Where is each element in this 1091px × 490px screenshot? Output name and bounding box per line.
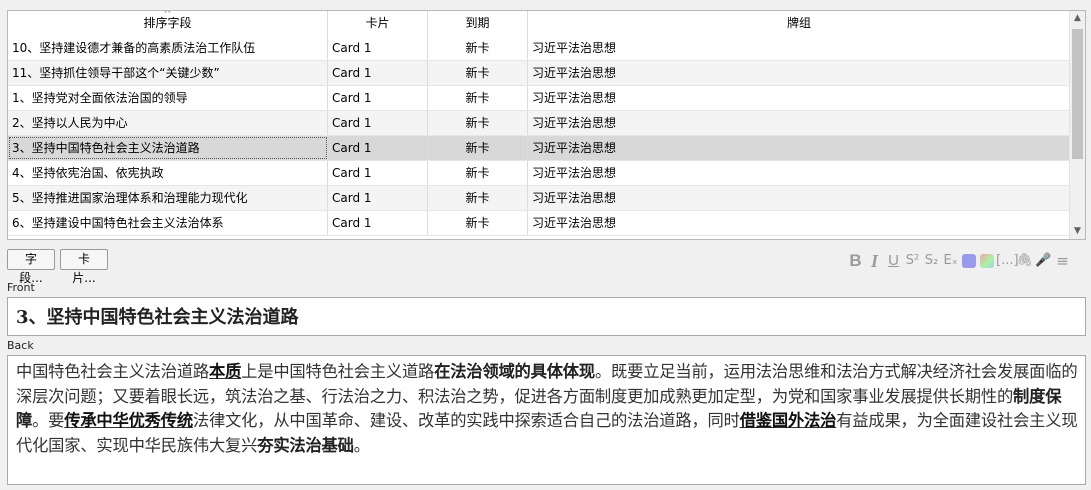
table-row[interactable]: 5、坚持推进国家治理体系和治理能力现代化 Card 1 新卡 习近平法治思想	[8, 186, 1071, 211]
highlight-color-icon[interactable]	[980, 254, 994, 268]
cell-due: 新卡	[428, 161, 528, 185]
cell-due: 新卡	[428, 186, 528, 210]
table-row[interactable]: 2、坚持以人民为中心 Card 1 新卡 习近平法治思想	[8, 111, 1071, 136]
scroll-down-arrow-icon[interactable]: ▼	[1070, 224, 1085, 239]
cell-deck: 习近平法治思想	[528, 111, 1071, 135]
column-header-deck[interactable]: 牌组	[528, 11, 1071, 36]
cell-due: 新卡	[428, 111, 528, 135]
cell-deck: 习近平法治思想	[528, 36, 1071, 60]
cell-sort-field: 5、坚持推进国家治理体系和治理能力现代化	[8, 186, 328, 210]
attach-icon[interactable]: 🖇	[1015, 250, 1034, 272]
back-underlined-bold-segment: 借鉴国外法治	[739, 411, 837, 430]
back-text-segment: 上是中国特色社会主义道路	[241, 362, 435, 381]
cell-due: 新卡	[428, 136, 528, 160]
table-row[interactable]: 4、坚持依宪治国、依宪执政 Card 1 新卡 习近平法治思想	[8, 161, 1071, 186]
column-label: 卡片	[365, 16, 390, 30]
back-text-segment: 法律文化，从中国革命、建设、改革的实践中探索适合自己的法治道路，同时	[192, 411, 740, 430]
cell-deck: 习近平法治思想	[528, 61, 1071, 85]
italic-icon[interactable]: I	[865, 250, 884, 272]
vertical-scrollbar[interactable]: ▲ ▼	[1069, 11, 1085, 239]
clear-format-icon[interactable]: Eₓ	[941, 250, 960, 272]
cell-card: Card 1	[328, 86, 428, 110]
cloze-icon[interactable]: [...]	[996, 250, 1019, 272]
back-bold-segment: 在法治领域的具体体现	[434, 362, 595, 381]
cell-due: 新卡	[428, 86, 528, 110]
back-field[interactable]: 中国特色社会主义法治道路本质上是中国特色社会主义道路在法治领域的具体体现。既要立…	[7, 355, 1086, 485]
cell-deck: 习近平法治思想	[528, 161, 1071, 185]
table-row[interactable]: 11、坚持抓住领导干部这个“关键少数” Card 1 新卡 习近平法治思想	[8, 61, 1071, 86]
superscript-icon[interactable]: S²	[903, 250, 922, 272]
cell-card: Card 1	[328, 136, 428, 160]
column-label: 到期	[465, 16, 490, 30]
cell-deck: 习近平法治思想	[528, 86, 1071, 110]
cell-sort-field: 11、坚持抓住领导干部这个“关键少数”	[8, 61, 328, 85]
cell-sort-field: 4、坚持依宪治国、依宪执政	[8, 161, 328, 185]
cell-due: 新卡	[428, 61, 528, 85]
formatting-toolbar: B I U S² S₂ Eₓ [...] 🖇 🎤 ≡	[846, 250, 1072, 272]
cell-card: Card 1	[328, 211, 428, 235]
bold-icon[interactable]: B	[846, 250, 865, 272]
cell-card: Card 1	[328, 36, 428, 60]
cell-sort-field: 2、坚持以人民为中心	[8, 111, 328, 135]
cell-deck: 习近平法治思想	[528, 186, 1071, 210]
cell-card: Card 1	[328, 161, 428, 185]
scrollbar-thumb[interactable]	[1072, 29, 1083, 159]
card-browser-table[interactable]: ^ 排序字段 卡片 到期 牌组 10、坚持建设德才兼备的高素质法治工作队伍 Ca…	[7, 10, 1086, 240]
cell-sort-field: 3、坚持中国特色社会主义法治道路	[8, 136, 328, 160]
cell-due: 新卡	[428, 211, 528, 235]
front-field[interactable]: 3、坚持中国特色社会主义法治道路	[7, 297, 1086, 336]
underline-icon[interactable]: U	[884, 250, 903, 272]
back-field-text: 中国特色社会主义法治道路本质上是中国特色社会主义道路在法治领域的具体体现。既要立…	[16, 360, 1079, 458]
back-bold-segment: 夯实法治基础	[257, 435, 354, 455]
column-header-card[interactable]: 卡片	[328, 11, 428, 36]
more-options-icon[interactable]: ≡	[1053, 250, 1072, 272]
cell-card: Card 1	[328, 111, 428, 135]
back-underlined-bold-segment: 本质	[208, 362, 242, 381]
subscript-icon[interactable]: S₂	[922, 250, 941, 272]
cell-deck: 习近平法治思想	[528, 211, 1071, 235]
cell-sort-field: 10、坚持建设德才兼备的高素质法治工作队伍	[8, 36, 328, 60]
column-header-sort-field[interactable]: ^ 排序字段	[8, 11, 328, 36]
back-text-segment: 中国特色社会主义法治道路	[16, 362, 209, 381]
column-header-due[interactable]: 到期	[428, 11, 528, 36]
back-text-segment: 。要	[32, 411, 65, 430]
table-row[interactable]: 10、坚持建设德才兼备的高素质法治工作队伍 Card 1 新卡 习近平法治思想	[8, 36, 1071, 61]
table-row[interactable]: 1、坚持党对全面依法治国的领导 Card 1 新卡 习近平法治思想	[8, 86, 1071, 111]
scroll-up-arrow-icon[interactable]: ▲	[1070, 11, 1085, 26]
cell-card: Card 1	[328, 61, 428, 85]
text-color-icon[interactable]	[962, 254, 976, 268]
back-underlined-bold-segment: 传承中华优秀传统	[64, 411, 193, 430]
table-row-selected[interactable]: 3、坚持中国特色社会主义法治道路 Card 1 新卡 习近平法治思想	[8, 136, 1071, 161]
cell-due: 新卡	[428, 36, 528, 60]
cell-sort-field: 1、坚持党对全面依法治国的领导	[8, 86, 328, 110]
fields-button[interactable]: 字段...	[7, 249, 55, 285]
back-text-segment: 。	[353, 435, 370, 455]
front-field-label: Front	[7, 281, 35, 294]
record-audio-icon[interactable]: 🎤	[1034, 250, 1053, 272]
front-field-text: 3、坚持中国特色社会主义法治道路	[16, 307, 299, 328]
column-label: 牌组	[786, 16, 811, 30]
sort-ascending-icon: ^	[163, 10, 172, 20]
table-row[interactable]: 6、坚持建设中国特色社会主义法治体系 Card 1 新卡 习近平法治思想	[8, 211, 1071, 236]
back-field-label: Back	[7, 339, 34, 352]
cards-button[interactable]: 卡片...	[60, 249, 108, 285]
cell-deck: 习近平法治思想	[528, 136, 1071, 160]
table-body: 10、坚持建设德才兼备的高素质法治工作队伍 Card 1 新卡 习近平法治思想 …	[8, 36, 1071, 236]
cell-card: Card 1	[328, 186, 428, 210]
table-header: ^ 排序字段 卡片 到期 牌组	[8, 11, 1071, 37]
cell-sort-field: 6、坚持建设中国特色社会主义法治体系	[8, 211, 328, 235]
